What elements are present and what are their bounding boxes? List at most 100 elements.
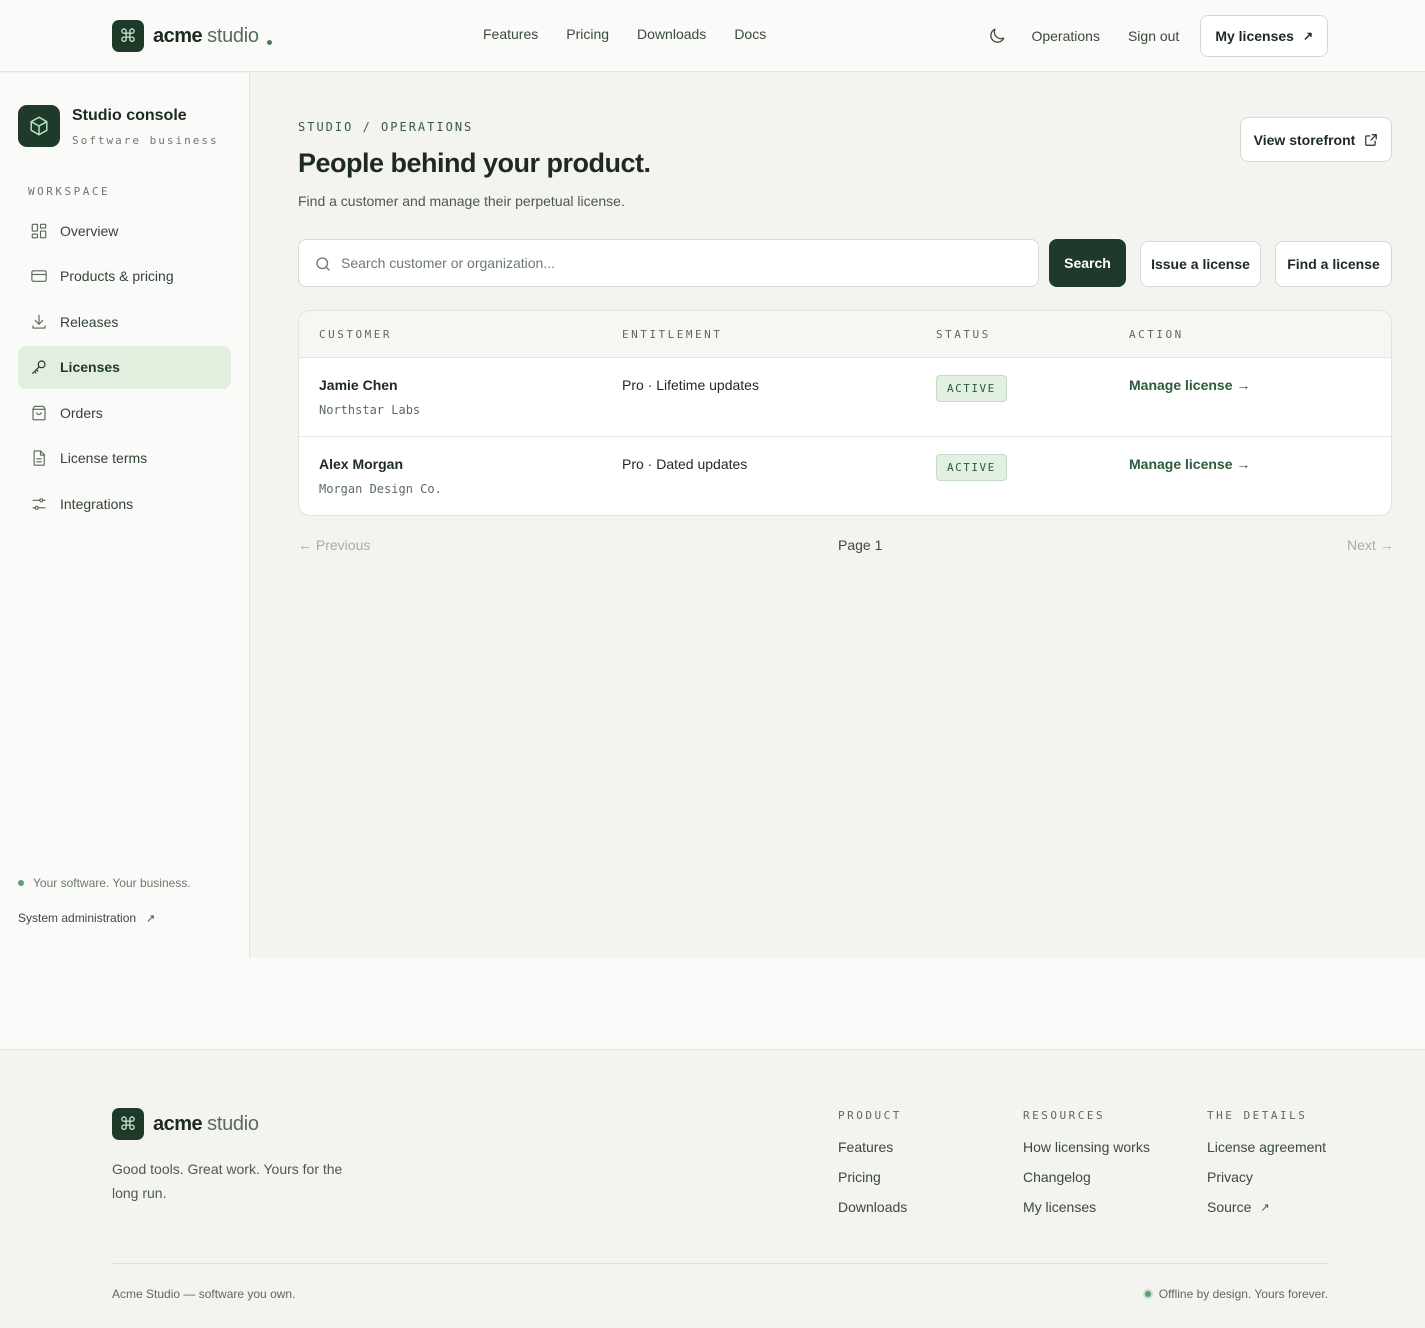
column-header-entitlement: ENTITLEMENT	[622, 328, 723, 341]
status-dot	[1142, 1289, 1153, 1299]
sidebar-item-label: Orders	[60, 404, 103, 421]
customer-name: Alex Morgan	[319, 456, 404, 472]
sidebar-item-label: License terms	[60, 450, 148, 466]
bag-icon	[32, 405, 46, 420]
footer-link-changelog[interactable]: Changelog	[1023, 1169, 1150, 1185]
command-icon: ⌘	[112, 20, 144, 52]
nav-pricing[interactable]: Pricing	[566, 26, 609, 42]
nav-downloads[interactable]: Downloads	[637, 26, 706, 42]
sidebar-item-license-terms[interactable]: License terms	[18, 437, 231, 480]
footer-column-heading: PRODUCT	[838, 1109, 902, 1122]
nav-features[interactable]: Features	[483, 26, 538, 42]
search-input[interactable]	[341, 240, 1021, 286]
top-navbar: ⌘ acme studio Features Pricing Downloads…	[0, 0, 1425, 72]
footer: ⌘ acme studio Good tools. Great work. Yo…	[0, 1051, 1425, 1328]
card-icon	[31, 270, 47, 282]
previous-page-button[interactable]: ← Previous	[298, 537, 370, 553]
table-row: Jamie Chen Northstar Labs Pro · Lifetime…	[299, 358, 1391, 437]
footer-column-details: THE DETAILS License agreement Privacy So…	[1207, 1109, 1326, 1229]
external-link-icon	[1365, 133, 1378, 146]
status-badge: ACTIVE	[936, 375, 1007, 402]
system-admin-link[interactable]: System administration ↗	[18, 911, 155, 925]
next-page-button[interactable]: Next →	[1347, 537, 1394, 553]
sidebar-item-label: Overview	[60, 222, 119, 239]
sliders-icon	[32, 497, 46, 510]
sidebar-item-integrations[interactable]: Integrations	[18, 482, 231, 525]
footer-link-source-label: Source	[1207, 1199, 1252, 1215]
arrow-up-right-icon: ↗	[1302, 29, 1313, 43]
primary-nav: Features Pricing Downloads Docs	[483, 26, 766, 42]
my-licenses-label: My licenses	[1215, 28, 1294, 44]
view-storefront-label: View storefront	[1253, 131, 1356, 148]
search-button[interactable]: Search	[1049, 239, 1126, 287]
footer-link-my-licenses[interactable]: My licenses	[1023, 1199, 1150, 1215]
footer-link-downloads[interactable]: Downloads	[838, 1199, 907, 1215]
footer-link-pricing[interactable]: Pricing	[838, 1169, 907, 1185]
grid-icon	[31, 223, 47, 238]
status-badge: ACTIVE	[936, 454, 1007, 481]
status-dot	[18, 880, 24, 886]
brand-logo-link[interactable]: ⌘ acme studio	[112, 20, 272, 52]
system-admin-label: System administration	[18, 911, 137, 925]
tagline-text: Your software. Your business.	[33, 876, 191, 890]
column-header-customer: CUSTOMER	[319, 328, 392, 341]
sidebar-item-overview[interactable]: Overview	[18, 209, 231, 252]
customer-org: Morgan Design Co.	[319, 482, 442, 496]
arrow-up-right-icon: ↗	[1260, 1201, 1270, 1214]
sidebar-item-releases[interactable]: Releases	[18, 300, 231, 343]
sidebar-item-label: Releases	[60, 313, 119, 330]
column-header-status: STATUS	[936, 328, 991, 341]
brand-name: acme	[153, 24, 203, 47]
brand-sub: studio	[207, 1112, 259, 1135]
command-icon: ⌘	[112, 1108, 144, 1140]
table-header: CUSTOMER ENTITLEMENT STATUS ACTION	[299, 311, 1391, 358]
footer-column-product: PRODUCT Features Pricing Downloads	[838, 1109, 907, 1229]
search-icon	[316, 257, 330, 271]
key-icon	[32, 360, 46, 374]
footer-link-features[interactable]: Features	[838, 1139, 907, 1155]
console-title: Studio console	[72, 107, 187, 124]
footer-link-license-agreement[interactable]: License agreement	[1207, 1139, 1326, 1155]
entitlement: Pro · Lifetime updates	[622, 377, 759, 393]
manage-license-link[interactable]: Manage license →	[1129, 456, 1250, 472]
footer-offline-status: Offline by design. Yours forever.	[1142, 1287, 1328, 1301]
console-header: Studio console Software business	[18, 105, 219, 147]
sidebar-item-products[interactable]: Products & pricing	[18, 255, 231, 298]
cube-icon	[18, 105, 60, 147]
footer-link-source[interactable]: Source ↗	[1207, 1199, 1326, 1215]
moon-icon[interactable]	[987, 26, 1007, 46]
sidebar-item-licenses[interactable]: Licenses	[18, 345, 231, 389]
manage-license-link[interactable]: Manage license →	[1129, 377, 1250, 393]
page-subtitle: Find a customer and manage their perpetu…	[298, 193, 625, 209]
footer-column-heading: RESOURCES	[1023, 1109, 1106, 1122]
footer-brand[interactable]: ⌘ acme studio	[112, 1108, 259, 1140]
issue-license-button[interactable]: Issue a license	[1140, 241, 1261, 287]
sidebar-item-orders[interactable]: Orders	[18, 391, 231, 434]
footer-link-privacy[interactable]: Privacy	[1207, 1169, 1326, 1185]
licenses-table: CUSTOMER ENTITLEMENT STATUS ACTION Jamie…	[298, 310, 1392, 516]
brand-name: acme	[153, 1112, 203, 1135]
breadcrumb: STUDIO / OPERATIONS	[298, 120, 474, 134]
brand-dot	[266, 39, 272, 45]
footer-spacer	[0, 958, 1425, 1050]
sidebar-item-label: Products & pricing	[60, 268, 174, 284]
sidebar-nav: Overview Products & pricing Releases Lic…	[18, 209, 231, 528]
footer-column-resources: RESOURCES How licensing works Changelog …	[1023, 1109, 1150, 1229]
customer-name: Jamie Chen	[319, 377, 398, 393]
page-indicator: Page 1	[838, 537, 883, 553]
footer-link-how-licensing-works[interactable]: How licensing works	[1023, 1139, 1150, 1155]
sidebar-item-label: Licenses	[60, 359, 120, 375]
footer-divider	[112, 1263, 1328, 1264]
console-subtitle: Software business	[72, 134, 219, 147]
nav-operations[interactable]: Operations	[1031, 28, 1099, 44]
nav-docs[interactable]: Docs	[734, 26, 766, 42]
table-row: Alex Morgan Morgan Design Co. Pro · Date…	[299, 437, 1391, 515]
column-header-action: ACTION	[1129, 328, 1184, 341]
offline-text: Offline by design. Yours forever.	[1158, 1287, 1328, 1301]
view-storefront-button[interactable]: View storefront	[1240, 117, 1392, 162]
find-license-button[interactable]: Find a license	[1275, 241, 1392, 287]
my-licenses-button[interactable]: My licenses ↗	[1200, 15, 1328, 57]
page-title: People behind your product.	[298, 148, 651, 178]
sign-out-link[interactable]: Sign out	[1128, 28, 1179, 44]
footer-column-heading: THE DETAILS	[1207, 1109, 1308, 1122]
